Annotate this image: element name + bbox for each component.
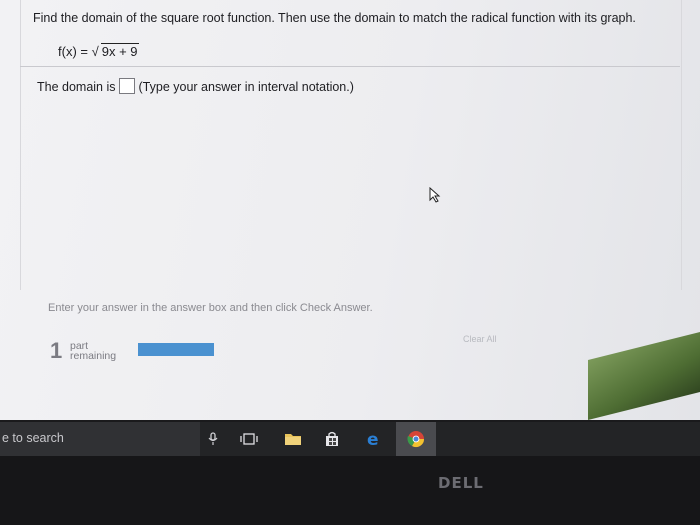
chrome-icon[interactable] [407,430,425,448]
edge-icon[interactable]: e [366,430,384,448]
progress-fill [138,343,214,356]
function-lhs: f(x) = [58,44,92,59]
clear-all-button[interactable]: Clear All [463,334,497,344]
domain-answer-box[interactable] [118,78,135,94]
function-radicand: 9x + 9 [100,43,139,59]
microphone-icon[interactable] [204,430,222,448]
windows-taskbar: e to search e [0,422,700,456]
parts-label-remaining: remaining [70,350,117,362]
domain-hint: (Type your answer in interval notation.) [138,80,354,94]
mouse-cursor-icon [429,187,441,203]
dell-logo: DELL [438,474,484,492]
domain-answer-line: The domain is (Type your answer in interv… [37,78,354,94]
answer-instruction: Enter your answer in the answer box and … [48,302,373,314]
task-view-icon[interactable] [240,430,258,448]
parts-label: part remaining [70,341,117,362]
store-icon[interactable] [323,430,341,448]
svg-text:e: e [367,430,379,448]
laptop-bezel [0,456,700,525]
function-formula: f(x) = √ 9x + 9 [58,43,139,59]
question-divider [20,66,680,67]
taskbar-search-box[interactable]: e to search [0,422,200,456]
question-prompt: Find the domain of the square root funct… [33,11,636,25]
background-edge [588,330,700,420]
photographed-screen: Find the domain of the square root funct… [0,0,700,525]
file-explorer-icon[interactable] [284,430,302,448]
domain-label: The domain is [37,80,116,94]
taskbar-search-text: e to search [2,431,64,445]
progress-bar [138,343,214,356]
parts-count: 1 [50,338,63,363]
homework-page: Find the domain of the square root funct… [0,0,700,420]
radical-sign: √ [91,44,99,59]
